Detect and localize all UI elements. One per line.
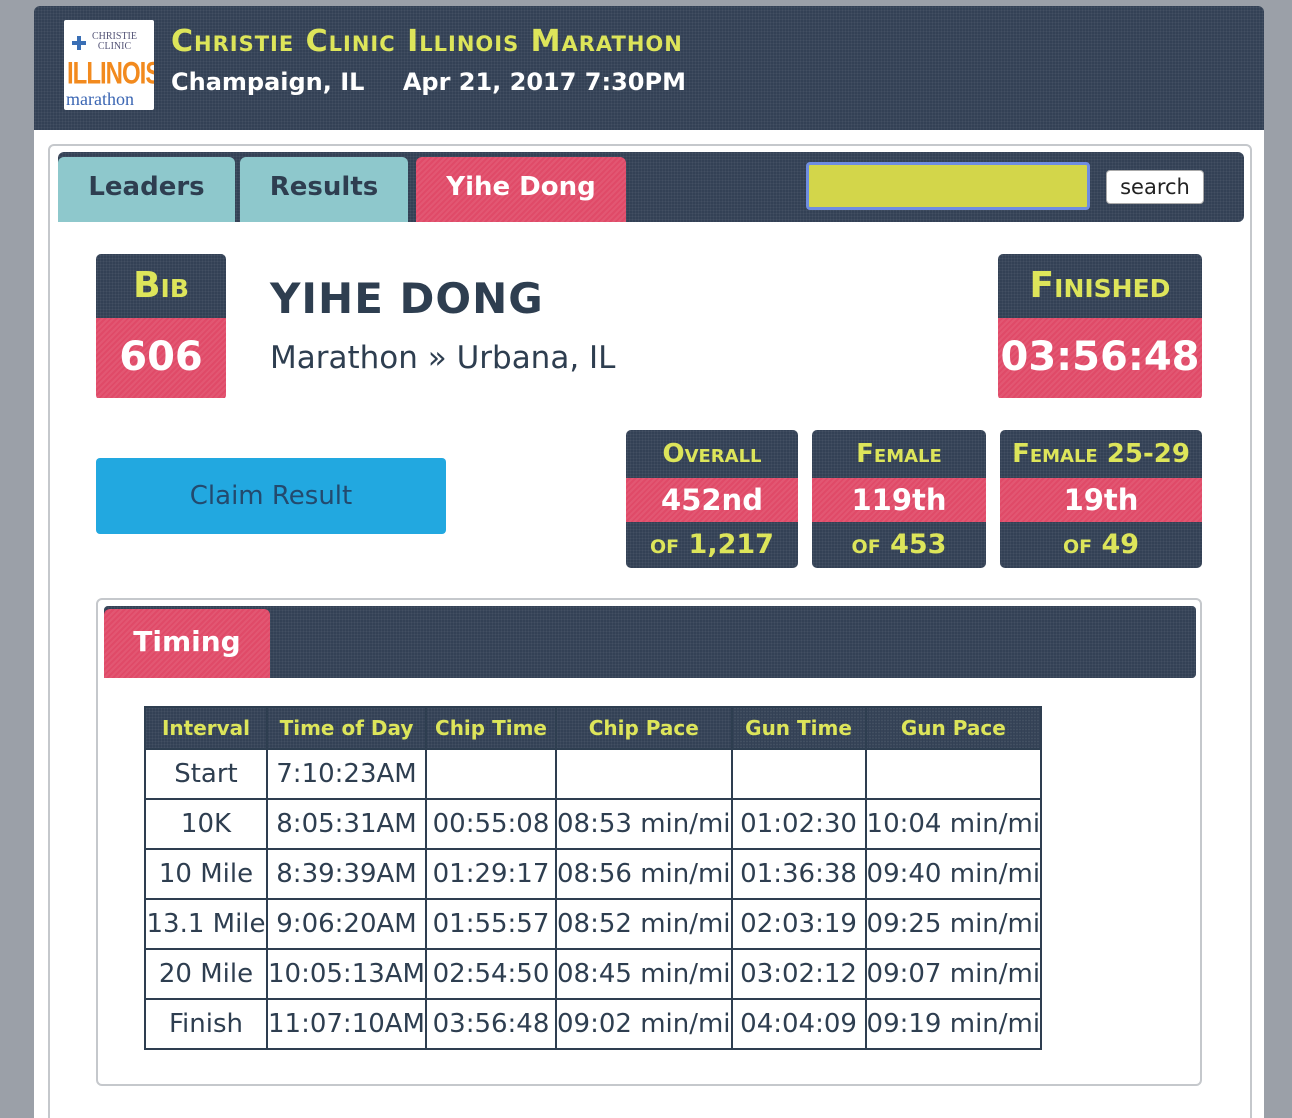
nav-tab-bar: Leaders Results Yihe Dong search — [58, 152, 1244, 222]
cell-chip-time: 01:29:17 — [425, 848, 557, 900]
cell-time-of-day: 8:39:39AM — [266, 848, 427, 900]
cell-chip-time: 02:54:50 — [425, 948, 557, 1000]
cell-gun-time: 03:02:12 — [730, 948, 867, 1000]
event-location: Champaign, IL — [171, 68, 365, 96]
cell-chip-time: 03:56:48 — [425, 998, 557, 1050]
event-datetime: Apr 21, 2017 7:30PM — [402, 68, 686, 96]
bib-number: 606 — [96, 318, 226, 398]
cell-time-of-day: 8:05:31AM — [266, 798, 427, 850]
cell-chip-pace: 08:56 min/mi — [555, 848, 733, 900]
finish-time: 03:56:48 — [998, 318, 1202, 398]
table-row: Start 7:10:23AM — [144, 748, 1043, 800]
col-gun-time: Gun Time — [730, 706, 867, 750]
col-chip-pace: Chip Pace — [555, 706, 733, 750]
cell-gun-pace: 09:19 min/mi — [864, 998, 1043, 1050]
cell-gun-pace: 09:40 min/mi — [864, 848, 1043, 900]
finish-time-box: Finished 03:56:48 — [998, 254, 1202, 400]
bib-label: Bib — [96, 254, 226, 318]
cell-interval: Start — [144, 748, 268, 800]
cell-chip-pace: 09:02 min/mi — [555, 998, 733, 1050]
rank-gender-label: Female — [812, 430, 986, 478]
rank-age-group: Female 25-29 19th of 49 — [1000, 430, 1202, 568]
bib-box: Bib 606 — [96, 254, 226, 400]
cell-gun-time: 02:03:19 — [730, 898, 867, 950]
timing-panel: Timing Interval Time of Day Chip Time Ch… — [96, 598, 1202, 1086]
rank-age-total: of 49 — [1000, 522, 1202, 568]
cell-chip-time — [425, 748, 557, 800]
results-card: Leaders Results Yihe Dong search Bib 606… — [48, 144, 1252, 1118]
cell-chip-time: 00:55:08 — [425, 798, 557, 850]
claim-result-button[interactable]: Claim Result — [96, 458, 446, 534]
cell-gun-time — [730, 748, 867, 800]
timing-table: Interval Time of Day Chip Time Chip Pace… — [144, 706, 1043, 1050]
rank-overall-total: of 1,217 — [626, 522, 798, 568]
table-row: 20 Mile 10:05:13AM 02:54:50 08:45 min/mi… — [144, 948, 1043, 1000]
event-subtitle: Champaign, IL Apr 21, 2017 7:30PM — [171, 68, 686, 96]
rank-gender-place: 119th — [812, 478, 986, 522]
search-button[interactable]: search — [1106, 170, 1204, 204]
rank-gender: Female 119th of 453 — [812, 430, 986, 568]
timing-header-row: Interval Time of Day Chip Time Chip Pace… — [144, 706, 1043, 750]
search-input[interactable] — [806, 162, 1090, 210]
table-row: 10 Mile 8:39:39AM 01:29:17 08:56 min/mi … — [144, 848, 1043, 900]
cell-interval: 10 Mile — [144, 848, 268, 900]
tab-results[interactable]: Results — [240, 157, 408, 222]
cell-time-of-day: 11:07:10AM — [266, 998, 427, 1050]
cell-time-of-day: 10:05:13AM — [266, 948, 427, 1000]
cell-gun-pace: 09:25 min/mi — [864, 898, 1043, 950]
logo-wordmark: ILLINOIS — [67, 56, 154, 92]
cell-chip-pace: 08:53 min/mi — [555, 798, 733, 850]
col-gun-pace: Gun Pace — [864, 706, 1043, 750]
rank-gender-total: of 453 — [812, 522, 986, 568]
runner-detail: Marathon » Urbana, IL — [270, 340, 616, 376]
cell-gun-pace: 09:07 min/mi — [864, 948, 1043, 1000]
cell-chip-pace: 08:52 min/mi — [555, 898, 733, 950]
cell-gun-time: 01:02:30 — [730, 798, 867, 850]
rank-overall-label: Overall — [626, 430, 798, 478]
col-time-of-day: Time of Day — [266, 706, 427, 750]
tab-runner[interactable]: Yihe Dong — [416, 157, 626, 222]
site-header: CHRISTIE CLINIC ILLINOIS marathon Christ… — [34, 6, 1264, 130]
finished-label: Finished — [998, 254, 1202, 318]
cell-time-of-day: 7:10:23AM — [266, 748, 427, 800]
cell-gun-time: 04:04:09 — [730, 998, 867, 1050]
col-chip-time: Chip Time — [425, 706, 557, 750]
table-row: 13.1 Mile 9:06:20AM 01:55:57 08:52 min/m… — [144, 898, 1043, 950]
cell-chip-pace — [555, 748, 733, 800]
cell-gun-pace: 10:04 min/mi — [864, 798, 1043, 850]
cell-gun-time: 01:36:38 — [730, 848, 867, 900]
cell-interval: 13.1 Mile — [144, 898, 268, 950]
cell-chip-time: 01:55:57 — [425, 898, 557, 950]
rank-age-label: Female 25-29 — [1000, 430, 1202, 478]
table-row: Finish 11:07:10AM 03:56:48 09:02 min/mi … — [144, 998, 1043, 1050]
main-panel: Leaders Results Yihe Dong search Bib 606… — [34, 130, 1264, 1118]
cell-time-of-day: 9:06:20AM — [266, 898, 427, 950]
cell-interval: 20 Mile — [144, 948, 268, 1000]
event-title: Christie Clinic Illinois Marathon — [171, 24, 683, 59]
col-interval: Interval — [144, 706, 268, 750]
tab-leaders[interactable]: Leaders — [58, 157, 235, 222]
tab-timing[interactable]: Timing — [104, 609, 270, 678]
logo-subtext: marathon — [66, 89, 134, 109]
cell-gun-pace — [864, 748, 1043, 800]
rank-age-place: 19th — [1000, 478, 1202, 522]
table-row: 10K 8:05:31AM 00:55:08 08:53 min/mi 01:0… — [144, 798, 1043, 850]
rank-overall: Overall 452nd of 1,217 — [626, 430, 798, 568]
event-logo[interactable]: CHRISTIE CLINIC ILLINOIS marathon — [64, 20, 154, 110]
rank-overall-place: 452nd — [626, 478, 798, 522]
cell-interval: 10K — [144, 798, 268, 850]
runner-name: YIHE DONG — [270, 274, 544, 323]
cell-interval: Finish — [144, 998, 268, 1050]
timing-tab-bar: Timing — [104, 606, 1196, 678]
logo-sponsor-text: CHRISTIE CLINIC — [92, 31, 137, 52]
cell-chip-pace: 08:45 min/mi — [555, 948, 733, 1000]
medical-cross-icon — [72, 36, 86, 50]
